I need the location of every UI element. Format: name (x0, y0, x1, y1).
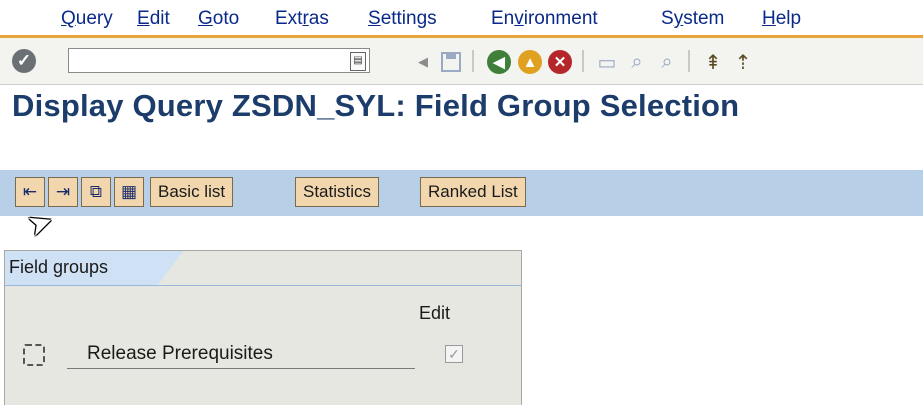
field-groups-tab-label: Field groups (9, 257, 109, 277)
edit-column-header: Edit (419, 303, 451, 323)
back-to-selection-icon[interactable]: ⇤ (15, 177, 45, 207)
enter-icon[interactable]: ✓ (12, 49, 36, 73)
menu-extras[interactable]: Extras (275, 8, 329, 30)
statistics-button[interactable]: Statistics (295, 177, 380, 207)
cancel-icon[interactable]: ✕ (548, 50, 572, 74)
field-groups-panel: Field groups Edit Release Prerequisites … (4, 250, 522, 405)
find-next-icon[interactable]: ⌕ (654, 49, 680, 75)
menu-edit[interactable]: Edit (137, 8, 170, 30)
menu-query[interactable]: Query (61, 8, 113, 30)
back-arrow-icon[interactable]: ◀ (410, 49, 436, 75)
menu-goto[interactable]: Goto (198, 8, 239, 30)
previous-page-icon[interactable]: ⇡ (730, 49, 756, 75)
layout-icon[interactable]: ▦ (114, 177, 144, 207)
copy-icon[interactable]: ⧉ (81, 177, 111, 207)
menu-help[interactable]: Help (762, 8, 801, 30)
page-title: Display Query ZSDN_SYL: Field Group Sele… (12, 88, 740, 123)
toolbar-separator (582, 50, 584, 72)
row-selector-icon[interactable] (23, 344, 45, 366)
command-field[interactable] (68, 48, 370, 73)
menu-system[interactable]: System (661, 8, 724, 30)
field-groups-tab[interactable]: Field groups (5, 251, 183, 285)
command-history-icon[interactable]: ▤ (350, 52, 366, 71)
toolbar-separator (688, 50, 690, 72)
menu-bar: Query Edit Goto Extras Settings Environm… (0, 0, 923, 38)
next-screen-icon[interactable]: ⇥ (48, 177, 78, 207)
save-icon[interactable] (438, 49, 464, 75)
find-icon[interactable]: ⌕ (624, 49, 650, 75)
exit-icon[interactable]: ▲ (518, 50, 542, 74)
menu-environment[interactable]: Environment (491, 8, 598, 30)
basic-list-button[interactable]: Basic list (150, 177, 234, 207)
ranked-list-button[interactable]: Ranked List (420, 177, 526, 207)
back-icon[interactable]: ◀ (487, 50, 511, 74)
edit-checkbox[interactable]: ✓ (445, 345, 463, 363)
tab-divider (5, 285, 521, 286)
menu-settings[interactable]: Settings (368, 8, 437, 30)
print-icon[interactable]: ▭ (594, 49, 620, 75)
toolbar-separator (472, 50, 474, 72)
application-toolbar: ⇤ ⇥ ⧉ ▦ Basic list Statistics Ranked Lis… (0, 170, 923, 216)
first-page-icon[interactable]: ⇞ (700, 49, 726, 75)
field-group-row-label: Release Prerequisites (67, 341, 415, 369)
system-toolbar: ✓ ▤ ◀ ◀ ▲ ✕ ▭ ⌕ ⌕ ⇞ ⇡ (0, 38, 923, 85)
